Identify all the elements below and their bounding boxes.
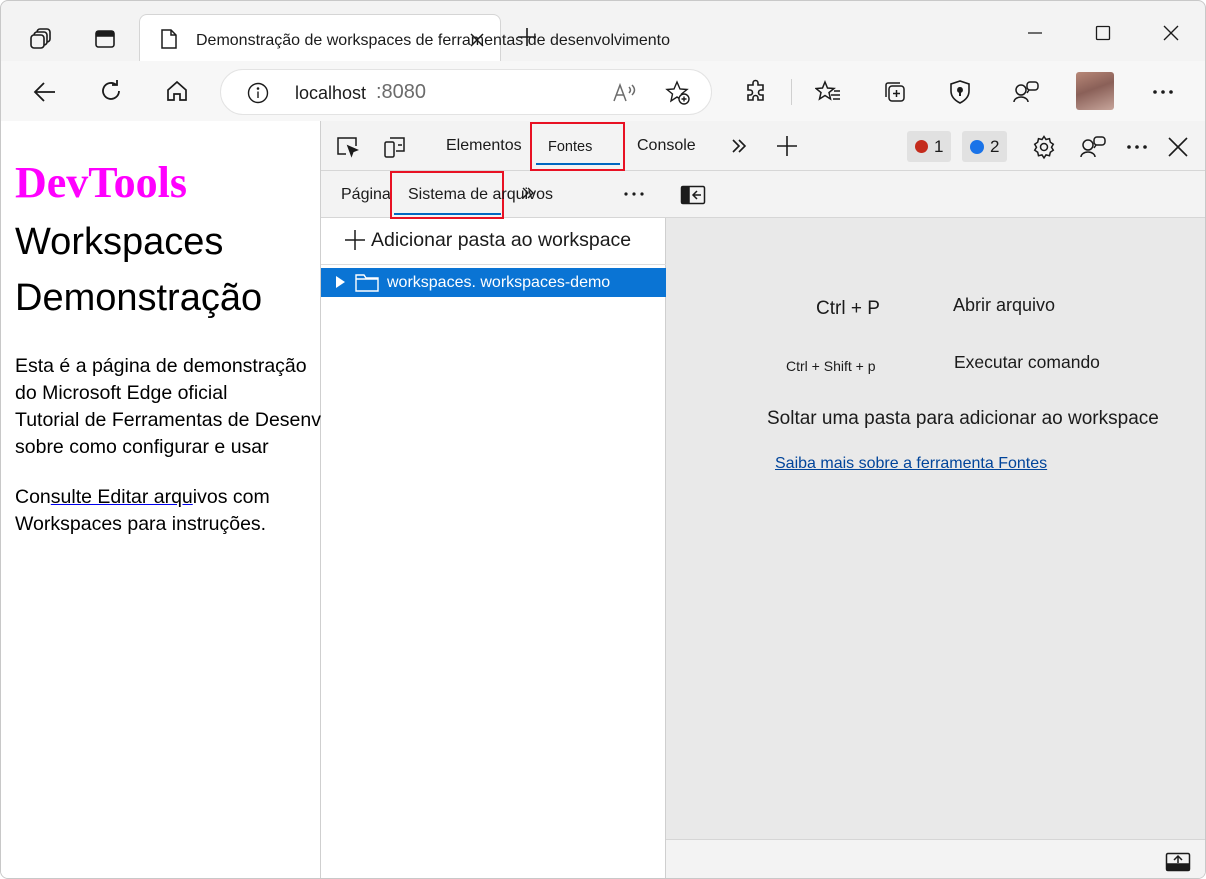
devtools-panel: Elementos Fontes Console 1 2 Página Sist… [321, 121, 1205, 878]
instructions-line-2: Workspaces para instruções. [15, 513, 267, 535]
error-count: 1 [934, 136, 944, 156]
tab-sources[interactable]: Fontes [530, 122, 625, 171]
add-folder-label: Adicionar pasta ao workspace [371, 228, 632, 251]
inspect-element-icon[interactable] [334, 134, 362, 160]
toolbar-divider [791, 79, 792, 105]
message-count-badge[interactable]: 2 [962, 131, 1008, 162]
new-tab-icon[interactable] [516, 26, 538, 48]
devtools-more-icon[interactable] [1123, 133, 1151, 161]
active-tab-indicator [536, 163, 620, 165]
tab-elements[interactable]: Elementos [446, 137, 522, 155]
sources-editor-area: Ctrl + P Abrir arquivo Ctrl + Shift + p … [666, 171, 1205, 878]
active-tab-indicator [394, 213, 501, 215]
editor-toolbar [666, 171, 1205, 218]
folder-name: workspaces. workspaces-demo [387, 274, 611, 291]
more-options-icon[interactable] [1149, 78, 1177, 106]
close-tab-icon[interactable] [466, 29, 488, 51]
read-aloud-icon[interactable] [611, 80, 639, 106]
vertical-tabs-icon[interactable] [92, 26, 118, 52]
page-subheading-workspaces: Workspaces [15, 221, 224, 263]
browser-window: Demonstração de workspaces de ferramenta… [0, 0, 1206, 879]
site-info-icon[interactable] [246, 81, 270, 105]
page-instructions: Consulte Editar arquivos com Workspaces … [15, 484, 270, 538]
shortcut-run-command-keys: Ctrl + Shift + p [786, 358, 876, 374]
extensions-icon[interactable] [742, 78, 770, 106]
toggle-navigator-icon[interactable] [679, 183, 707, 207]
message-icon [970, 139, 984, 154]
toggle-drawer-icon[interactable] [1164, 851, 1192, 873]
tab-title: Demonstração de workspaces de ferramenta… [196, 32, 671, 49]
add-folder-button[interactable]: Adicionar pasta ao workspace [343, 228, 631, 252]
devtools-toolbar: Elementos Fontes Console 1 2 [321, 121, 1205, 171]
performance-icon[interactable] [1011, 78, 1041, 106]
folder-icon [354, 271, 380, 293]
close-devtools-icon[interactable] [1164, 133, 1192, 161]
home-icon[interactable] [163, 77, 191, 105]
navigator-tabs: Página Sistema de arquivos [321, 171, 666, 219]
message-count: 2 [990, 136, 1000, 156]
learn-more-link[interactable]: Saiba mais sobre a ferramenta Fontes [775, 455, 1047, 473]
instructions-suffix: ivos com [192, 486, 270, 508]
navigator-menu-icon[interactable] [621, 184, 647, 204]
instructions-prefix: Con [15, 486, 51, 508]
back-icon[interactable] [31, 78, 59, 106]
settings-gear-icon[interactable] [1030, 133, 1058, 161]
address-port: :8080 [376, 81, 427, 103]
active-tab[interactable]: Demonstração de workspaces de ferramenta… [139, 14, 670, 64]
minimize-icon[interactable] [1023, 21, 1047, 45]
instructions-line: Consulte Editar arquivos com [15, 484, 270, 511]
sources-navigator: Página Sistema de arquivos Adicionar pas… [321, 171, 666, 878]
shortcut-run-command-label: Executar comando [954, 352, 1100, 372]
tab-strip: Demonstração de workspaces de ferramenta… [1, 1, 1205, 67]
drop-folder-hint: Soltar uma pasta para adicionar ao works… [767, 408, 1159, 429]
address-host: localhost [295, 83, 367, 103]
refresh-icon[interactable] [97, 77, 125, 105]
tab-sources-label: Fontes [548, 139, 593, 155]
navigation-bar: localhost :8080 [1, 61, 1205, 121]
divider [321, 264, 666, 265]
add-tool-icon[interactable] [774, 133, 800, 159]
maximize-icon[interactable] [1091, 21, 1115, 45]
editor-status-bar [666, 839, 1205, 878]
page-subheading-demo: Demonstração [15, 277, 263, 319]
favorites-icon[interactable] [814, 78, 842, 106]
tab-console[interactable]: Console [637, 137, 696, 155]
error-count-badge[interactable]: 1 [907, 131, 952, 162]
add-favorite-icon[interactable] [664, 79, 692, 107]
plus-icon [345, 230, 365, 250]
page-icon [158, 27, 180, 51]
page-heading: DevTools [15, 158, 187, 207]
tab-filesystem[interactable]: Sistema de arquivos [390, 171, 553, 219]
instructions-link[interactable]: sulte Editar arqu [51, 486, 193, 508]
web-page-content: DevTools Workspaces Demonstração Esta é … [1, 121, 404, 878]
shortcut-open-file-label: Abrir arquivo [953, 295, 1056, 315]
collections-icon[interactable] [881, 78, 909, 106]
more-tabs-icon[interactable] [727, 134, 751, 158]
address-bar[interactable]: localhost :8080 [220, 69, 712, 115]
browser-essentials-icon[interactable] [946, 78, 974, 106]
expand-triangle-icon[interactable] [333, 275, 347, 289]
close-window-icon[interactable] [1159, 21, 1183, 45]
workspaces-icon[interactable] [27, 25, 55, 53]
more-navigator-tabs-icon[interactable] [518, 183, 538, 203]
customize-icon[interactable] [1078, 133, 1108, 161]
avatar[interactable] [1076, 72, 1114, 110]
error-icon [915, 140, 928, 153]
shortcut-open-file-keys: Ctrl + P [816, 298, 880, 319]
device-emulation-icon[interactable] [381, 134, 409, 160]
workspace-folder-row[interactable]: workspaces. workspaces-demo [321, 268, 666, 297]
tab-page[interactable]: Página [341, 186, 391, 204]
